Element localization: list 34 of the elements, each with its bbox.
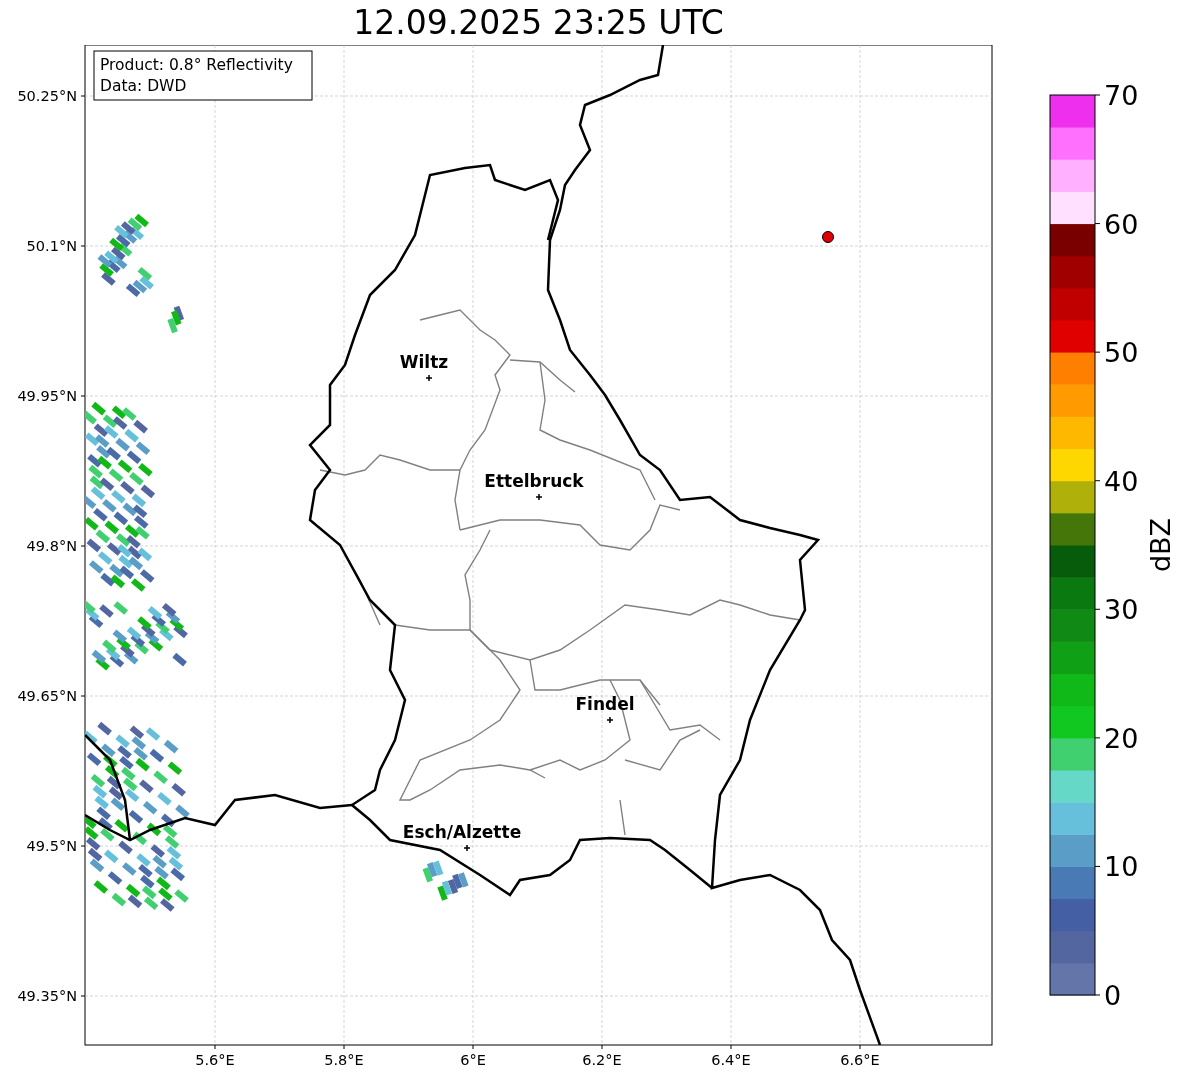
- x-tick-label: 6.6°E: [840, 1052, 880, 1068]
- x-tick-label: 5.8°E: [324, 1052, 364, 1068]
- x-tick-label: 6.4°E: [711, 1052, 751, 1068]
- map-title: 12.09.2025 23:25 UTC: [353, 3, 724, 42]
- x-tick-label: 6°E: [460, 1052, 486, 1068]
- colorbar-tick-label: 30: [1104, 594, 1139, 626]
- y-tick-label: 49.35°N: [17, 988, 77, 1004]
- colorbar-tick-label: 50: [1104, 337, 1139, 369]
- city-label: Wiltz: [399, 352, 449, 372]
- x-tick-label: 5.6°E: [195, 1052, 235, 1068]
- city-marker-icon: [606, 716, 614, 724]
- y-tick-label: 49.8°N: [26, 538, 77, 554]
- info-text: Data: DWD: [100, 77, 187, 95]
- city-label: Findel: [575, 694, 635, 714]
- city-marker-icon: [535, 493, 543, 501]
- colorbar-tick-label: 20: [1104, 722, 1139, 754]
- colorbar-tick-label: 10: [1104, 851, 1139, 883]
- city-label: Ettelbruck: [484, 471, 584, 491]
- colorbar-tick-label: 60: [1104, 208, 1139, 240]
- info-text: Product: 0.8° Reflectivity: [100, 56, 293, 74]
- y-tick-label: 49.95°N: [17, 388, 77, 404]
- colorbar-label: dBZ: [1145, 517, 1176, 573]
- colorbar-tick-label: 70: [1104, 80, 1139, 111]
- city-marker-icon: [463, 844, 471, 852]
- x-tick-label: 6.2°E: [582, 1052, 622, 1068]
- y-tick-label: 50.1°N: [26, 238, 77, 254]
- city-label: Esch/Alzette: [402, 822, 522, 842]
- y-tick-label: 49.65°N: [17, 688, 77, 704]
- city-marker-icon: [425, 374, 433, 382]
- colorbar-tick-label: 40: [1104, 465, 1139, 497]
- y-tick-label: 49.5°N: [26, 838, 77, 854]
- radar-site-icon: [822, 231, 834, 243]
- colorbar-tick-label: 0: [1104, 980, 1122, 1011]
- y-tick-label: 50.25°N: [17, 88, 77, 104]
